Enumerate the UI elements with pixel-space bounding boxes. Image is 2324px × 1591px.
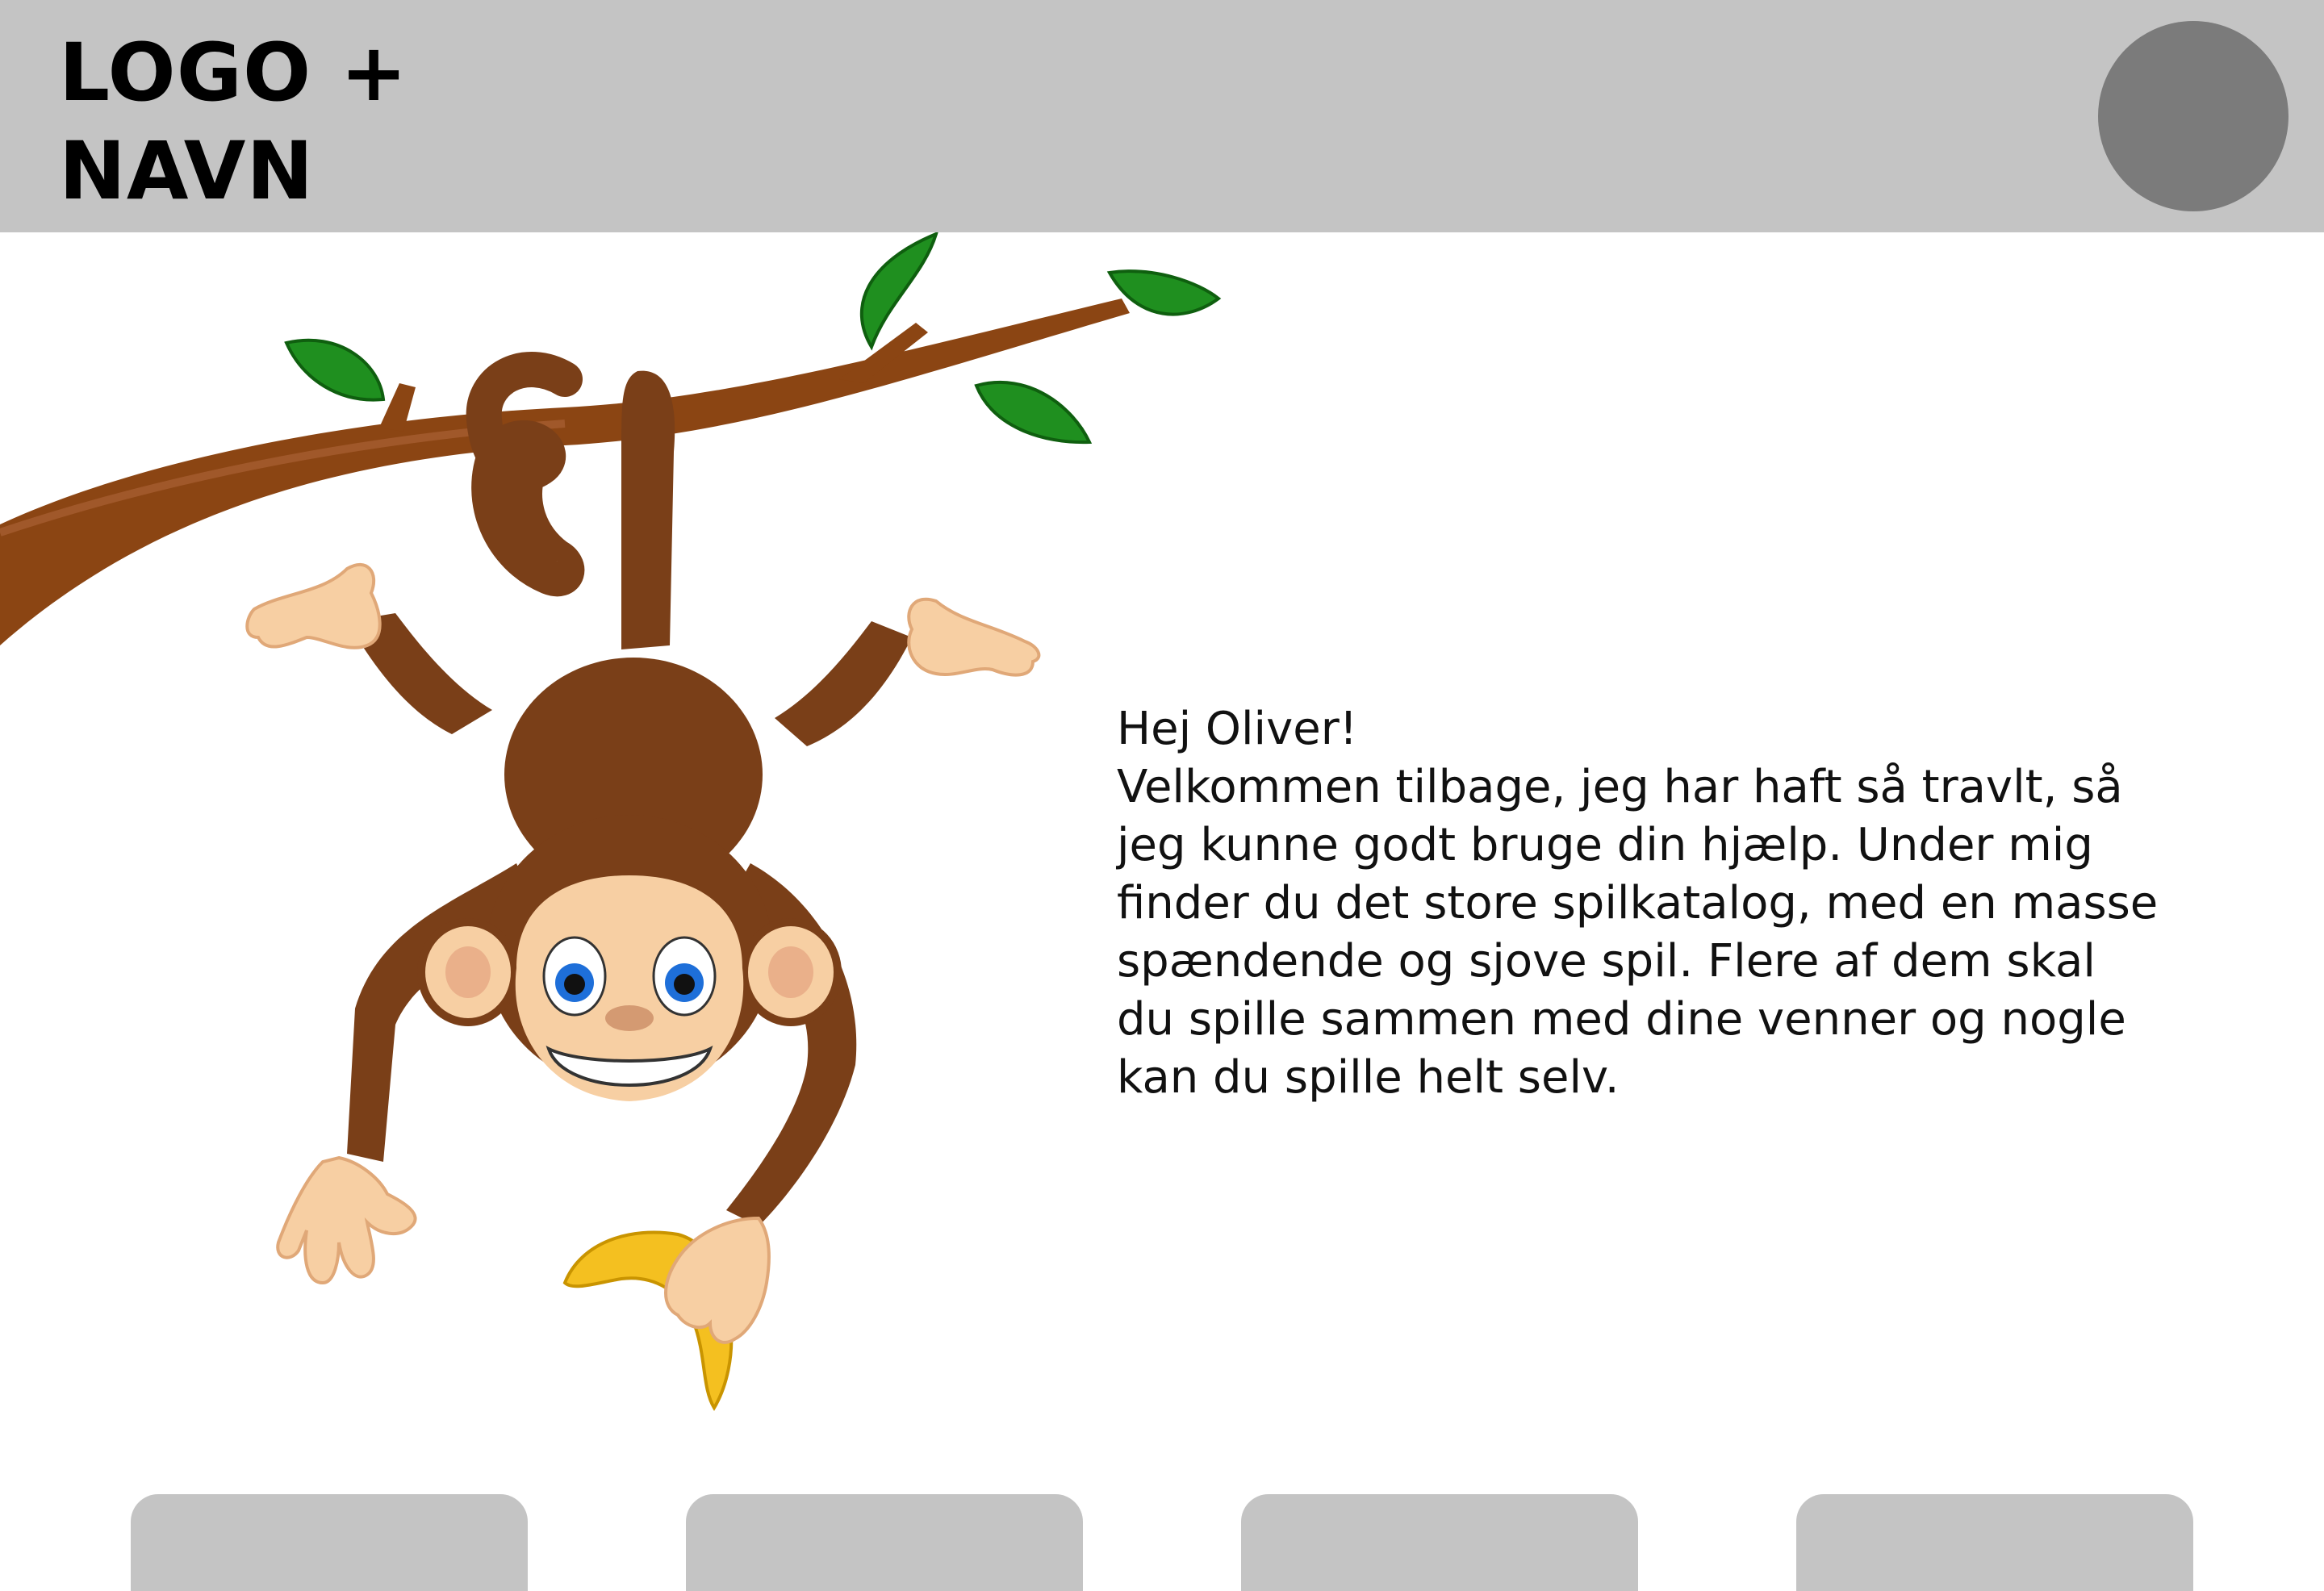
game-tab-2[interactable] (686, 1494, 1083, 1591)
game-tab-1[interactable] (131, 1494, 528, 1591)
welcome-body-text: Velkommen tilbage, jeg har haft så travl… (1117, 761, 2159, 1104)
game-tab-3[interactable] (1241, 1494, 1638, 1591)
welcome-message: Hej Oliver! Velkommen tilbage, jeg har h… (1117, 700, 2166, 1107)
game-tab-4[interactable] (1796, 1494, 2193, 1591)
monkey-illustration (0, 232, 1222, 1411)
top-bar: LOGO + NAVN (0, 0, 2324, 232)
logo-and-name[interactable]: LOGO + NAVN (59, 24, 408, 221)
greeting-text: Hej Oliver! (1117, 703, 1358, 755)
profile-avatar[interactable] (2098, 21, 2288, 211)
